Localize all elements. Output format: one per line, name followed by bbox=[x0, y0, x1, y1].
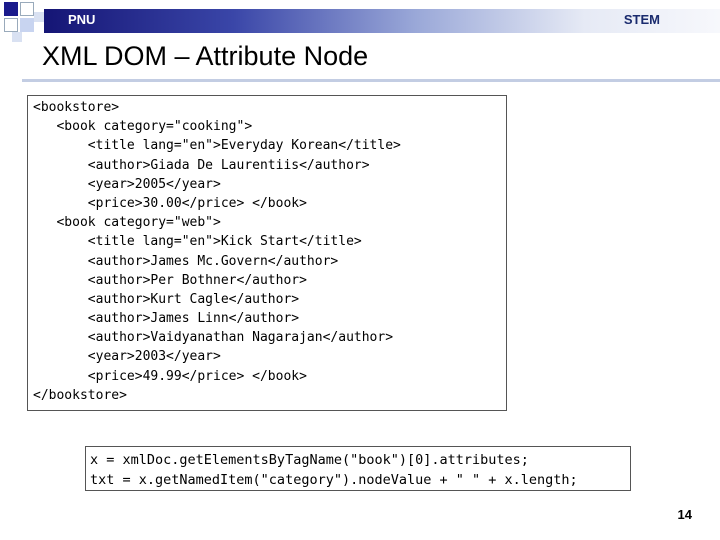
decor-square bbox=[20, 18, 34, 32]
js-line: txt = x.getNamedItem("category").nodeVal… bbox=[90, 472, 578, 488]
xml-line: <year>2003</year> bbox=[33, 349, 221, 365]
xml-line: <year>2005</year> bbox=[33, 176, 221, 192]
decor-square bbox=[34, 12, 44, 22]
xml-line: </bookstore> bbox=[33, 387, 127, 403]
decor-square bbox=[12, 32, 22, 42]
xml-line: <author>James Linn</author> bbox=[33, 311, 300, 327]
xml-line: <author>James Mc.Govern</author> bbox=[33, 253, 339, 269]
xml-line: <price>30.00</price> </book> bbox=[33, 195, 307, 211]
xml-line: <book category="web"> bbox=[33, 215, 221, 231]
xml-line: <author>Vaidyanathan Nagarajan</author> bbox=[33, 330, 394, 346]
decor-square bbox=[20, 2, 34, 16]
title-underline bbox=[22, 79, 720, 82]
xml-line: <book category="cooking"> bbox=[33, 119, 253, 135]
header-bar bbox=[44, 9, 720, 33]
xml-line: <author>Giada De Laurentiis</author> bbox=[33, 157, 370, 173]
xml-line: <author>Per Bothner</author> bbox=[33, 272, 307, 288]
header-right-label: STEM bbox=[623, 12, 660, 27]
decor-square bbox=[4, 18, 18, 32]
page-number: 14 bbox=[677, 507, 692, 522]
js-line: x = xmlDoc.getElementsByTagName("book")[… bbox=[90, 452, 529, 468]
xml-line: <bookstore> bbox=[33, 100, 120, 115]
xml-line: <title lang="en">Everyday Korean</title> bbox=[33, 138, 401, 154]
xml-code-box: <bookstore> <book category="cooking"> <t… bbox=[27, 95, 507, 411]
xml-line: <price>49.99</price> </book> bbox=[33, 368, 307, 384]
xml-line: <author>Kurt Cagle</author> bbox=[33, 291, 300, 307]
decor-square bbox=[4, 2, 18, 16]
xml-line: <title lang="en">Kick Start</title> bbox=[33, 234, 362, 250]
page-title: XML DOM – Attribute Node bbox=[42, 41, 369, 71]
js-code-box: x = xmlDoc.getElementsByTagName("book")[… bbox=[85, 446, 631, 491]
header-left-label: PNU bbox=[68, 12, 96, 27]
